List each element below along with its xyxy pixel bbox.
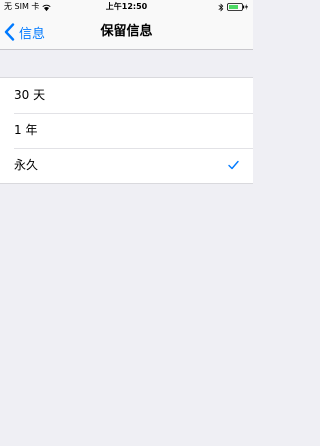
back-button[interactable]: 信息 — [4, 14, 45, 50]
status-bar: 无 SIM 卡 上午12:50 — [0, 0, 253, 14]
option-label: 1 年 — [14, 123, 38, 137]
option-1-year[interactable]: 1 年 — [0, 113, 253, 148]
checkmark-icon — [228, 160, 239, 170]
bluetooth-icon — [218, 2, 224, 12]
battery-icon — [227, 3, 248, 11]
option-label: 30 天 — [14, 88, 46, 102]
option-label: 永久 — [14, 158, 39, 172]
chevron-left-icon — [4, 23, 15, 41]
status-time: 上午12:50 — [105, 2, 148, 11]
retention-options-list: 30 天 1 年 永久 — [0, 77, 253, 184]
option-forever[interactable]: 永久 — [0, 148, 253, 183]
back-label: 信息 — [19, 26, 46, 42]
navigation-bar: 信息 保留信息 — [0, 14, 253, 50]
status-right — [218, 0, 249, 14]
option-30-days[interactable]: 30 天 — [0, 78, 253, 113]
